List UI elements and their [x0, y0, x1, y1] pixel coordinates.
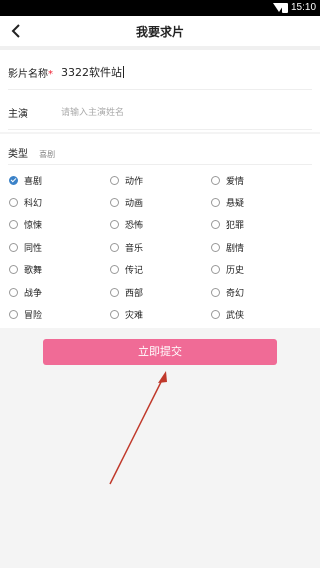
genre-option[interactable]: 动作: [110, 173, 143, 187]
genre-option[interactable]: 科幻: [9, 195, 42, 209]
request-form: 影片名称* 3322软件站 主演 请输入主演姓名: [0, 46, 320, 132]
genre-option-label: 剧情: [226, 243, 245, 254]
actor-input[interactable]: 请输入主演姓名: [61, 105, 124, 118]
submit-button[interactable]: 立即提交: [43, 339, 277, 365]
radio-icon[interactable]: [110, 197, 119, 207]
radio-icon[interactable]: [9, 309, 18, 319]
film-name-input[interactable]: 3322软件站: [61, 64, 124, 80]
text-cursor: [123, 66, 124, 78]
genre-option[interactable]: 西部: [110, 285, 143, 299]
genre-option-label: 冒险: [24, 310, 43, 321]
status-time: 15:10: [291, 2, 317, 13]
genre-option-label: 武侠: [226, 310, 245, 321]
genre-option-label: 动画: [125, 198, 144, 209]
genre-label: 类型: [8, 149, 28, 160]
genre-option-label: 爱情: [226, 176, 245, 187]
radio-icon[interactable]: [211, 220, 220, 230]
genre-option[interactable]: 同性: [9, 240, 42, 254]
radio-icon[interactable]: [110, 309, 119, 319]
radio-icon[interactable]: [110, 220, 119, 230]
genre-header: 类型 喜剧: [8, 142, 56, 160]
battery-icon: [282, 3, 288, 13]
genre-option[interactable]: 传记: [110, 263, 143, 277]
radio-icon[interactable]: [110, 242, 119, 252]
genre-option-label: 传记: [125, 266, 144, 277]
genre-option[interactable]: 犯罪: [211, 218, 244, 232]
radio-icon[interactable]: [9, 265, 18, 275]
genre-option-label: 科幻: [24, 198, 43, 209]
radio-icon[interactable]: [110, 175, 119, 185]
genre-option[interactable]: 喜剧: [9, 173, 42, 187]
divider: [8, 164, 312, 165]
actor-row[interactable]: 主演 请输入主演姓名: [8, 92, 312, 130]
genre-option[interactable]: 奇幻: [211, 285, 244, 299]
genre-option-label: 歌舞: [24, 266, 43, 277]
radio-icon[interactable]: [9, 197, 18, 207]
genre-option[interactable]: 爱情: [211, 173, 244, 187]
radio-icon[interactable]: [9, 287, 18, 297]
radio-icon[interactable]: [211, 287, 220, 297]
genre-option-label: 犯罪: [226, 221, 245, 232]
genre-option-label: 悬疑: [226, 198, 245, 209]
genre-option-label: 音乐: [125, 243, 144, 254]
required-mark: *: [48, 69, 53, 80]
genre-section: 类型 喜剧 喜剧 动作 爱情 科幻 动画 悬疑 惊悚 恐怖 犯罪 同性 音乐 剧情 歌舞 传记 历史 战争 西部…: [0, 134, 320, 328]
radio-icon[interactable]: [110, 265, 119, 275]
genre-selected-value: 喜剧: [39, 150, 56, 159]
nav-bar: 我要求片: [0, 16, 320, 46]
radio-icon[interactable]: [9, 242, 18, 252]
genre-option[interactable]: 动画: [110, 195, 143, 209]
genre-option[interactable]: 歌舞: [9, 263, 42, 277]
genre-option[interactable]: 剧情: [211, 240, 244, 254]
genre-option-label: 西部: [125, 288, 144, 299]
genre-option[interactable]: 音乐: [110, 240, 143, 254]
radio-icon[interactable]: [9, 175, 18, 185]
radio-icon[interactable]: [211, 175, 220, 185]
radio-icon[interactable]: [211, 265, 220, 275]
film-name-row[interactable]: 影片名称* 3322软件站: [8, 52, 312, 90]
radio-icon[interactable]: [9, 220, 18, 230]
genre-option[interactable]: 历史: [211, 263, 244, 277]
genre-option-label: 历史: [226, 266, 245, 277]
genre-option-label: 恐怖: [125, 221, 144, 232]
page-title: 我要求片: [135, 25, 184, 39]
genre-option-label: 喜剧: [24, 176, 43, 187]
genre-option[interactable]: 武侠: [211, 307, 244, 321]
genre-option[interactable]: 恐怖: [110, 218, 143, 232]
radio-icon[interactable]: [110, 287, 119, 297]
radio-icon[interactable]: [211, 197, 220, 207]
genre-option-label: 灾难: [125, 310, 144, 321]
actor-label: 主演: [8, 109, 28, 120]
genre-option[interactable]: 悬疑: [211, 195, 244, 209]
genre-option-label: 战争: [24, 288, 43, 299]
genre-option-label: 动作: [125, 176, 144, 187]
genre-option[interactable]: 灾难: [110, 307, 143, 321]
radio-icon[interactable]: [211, 309, 220, 319]
genre-option-label: 同性: [24, 243, 43, 254]
film-name-label: 影片名称*: [8, 69, 53, 80]
radio-icon[interactable]: [211, 242, 220, 252]
genre-option-label: 惊悚: [24, 221, 43, 232]
genre-option[interactable]: 惊悚: [9, 218, 42, 232]
genre-option[interactable]: 战争: [9, 285, 42, 299]
genre-option[interactable]: 冒险: [9, 307, 42, 321]
status-bar: 15:10: [0, 0, 320, 16]
genre-option-label: 奇幻: [226, 288, 245, 299]
